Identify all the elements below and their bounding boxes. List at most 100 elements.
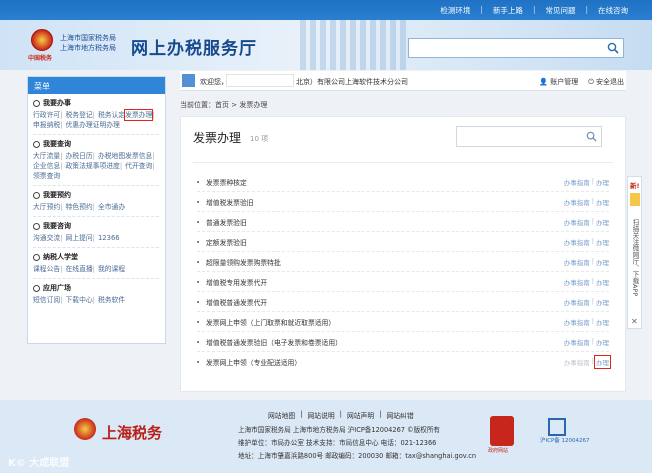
account-management-link[interactable]: 👤 账户管理 bbox=[539, 77, 578, 87]
menu-link[interactable]: 我的课程 bbox=[98, 264, 125, 274]
item-title[interactable]: 增值税普通发票验旧（电子发票和卷票适用） bbox=[206, 337, 564, 347]
bullet bbox=[197, 220, 199, 223]
menu-link[interactable]: 代开查询 bbox=[125, 161, 152, 171]
menu-link[interactable]: 网上提问 bbox=[65, 233, 92, 243]
footer-link[interactable]: 网站地图 bbox=[268, 410, 295, 420]
menu-link[interactable]: 领票查询 bbox=[33, 171, 60, 181]
menu-link[interactable]: 证明办理 bbox=[93, 120, 120, 130]
footer-link[interactable]: 网站说明 bbox=[307, 410, 334, 420]
list-item: 超限量领购发票购票特批 办事指南 | 办理 bbox=[197, 252, 609, 272]
list-item: 发票网上申领（专业配送适用） 办事指南 | 办理 bbox=[197, 352, 611, 372]
guide-link[interactable]: 办事指南 bbox=[564, 217, 590, 227]
logout-link[interactable]: ⏻ 安全退出 bbox=[588, 77, 624, 87]
tax-emblem-icon bbox=[74, 418, 96, 440]
item-title[interactable]: 超限量领购发票购票特批 bbox=[206, 257, 564, 267]
guide-link[interactable]: 办事指南 bbox=[564, 197, 590, 207]
handle-link[interactable]: 办理 bbox=[596, 297, 609, 307]
new-badge: 新! bbox=[630, 182, 640, 190]
menu-link[interactable]: 12366 bbox=[98, 233, 120, 243]
close-icon[interactable]: ✕ bbox=[631, 317, 638, 326]
bullet bbox=[197, 240, 199, 243]
clock-icon bbox=[33, 191, 40, 199]
redacted-name bbox=[226, 74, 294, 87]
item-title[interactable]: 增值税专用发票代开 bbox=[206, 277, 564, 287]
user-icon bbox=[182, 74, 195, 87]
guide-link[interactable]: 办事指南 bbox=[564, 297, 590, 307]
tax-emblem-icon bbox=[31, 29, 53, 51]
guide-link[interactable]: 办事指南 bbox=[564, 317, 590, 327]
menu-link[interactable]: 特色预约 bbox=[65, 202, 92, 212]
item-title[interactable]: 发票网上申领（专业配送适用） bbox=[206, 357, 564, 367]
search-icon[interactable] bbox=[586, 131, 597, 142]
menu-link[interactable]: 课程公告 bbox=[33, 264, 60, 274]
menu-link[interactable]: 发票信息 bbox=[125, 151, 152, 161]
menu-link[interactable]: 办税日历 bbox=[65, 151, 92, 161]
guide-link[interactable]: 办事指南 bbox=[564, 257, 590, 267]
guide-link[interactable]: 办事指南 bbox=[564, 177, 590, 187]
item-title[interactable]: 发票网上申领（上门取票和就近取票适用） bbox=[206, 317, 564, 327]
section-title: 我要办事 bbox=[43, 99, 71, 107]
handle-link[interactable]: 办理 bbox=[596, 237, 609, 247]
logout-label: 安全退出 bbox=[596, 78, 624, 86]
app-qr-float[interactable]: 新! 扫描关注微网厅、下载APP ✕ bbox=[627, 176, 642, 329]
item-title[interactable]: 增值税普通发票代开 bbox=[206, 297, 564, 307]
handle-link[interactable]: 办理 bbox=[596, 197, 609, 207]
watermark: K© 大成联盟 bbox=[8, 458, 70, 469]
menu-link[interactable]: 行政许可 bbox=[33, 110, 60, 120]
top-bar: 检测环境 | 新手上路 | 常见问题 | 在线咨询 bbox=[0, 0, 652, 20]
menu-link[interactable]: 下载中心 bbox=[65, 295, 92, 305]
guide-link[interactable]: 办事指南 bbox=[564, 237, 590, 247]
menu-link[interactable]: 办税地图 bbox=[98, 151, 125, 161]
top-link-faq[interactable]: 常见问题 bbox=[545, 5, 575, 16]
item-title[interactable]: 定额发票验旧 bbox=[206, 237, 564, 247]
icp-badge-icon[interactable] bbox=[548, 418, 566, 436]
menu-link[interactable]: 税务认定 bbox=[98, 110, 125, 120]
guide-link[interactable]: 办事指南 bbox=[564, 277, 590, 287]
section-title: 纳税人学堂 bbox=[43, 253, 78, 261]
handle-link[interactable]: 办理 bbox=[596, 217, 609, 227]
site-search-input[interactable] bbox=[408, 38, 624, 58]
emblem-text: 中国税务 bbox=[28, 55, 53, 62]
footer-link[interactable]: 网站声明 bbox=[347, 410, 374, 420]
menu-link[interactable]: 大厅流量 bbox=[33, 151, 60, 161]
footer-links: 网站地图 | 网站说明 | 网站声明 | 网站纠错 bbox=[268, 410, 414, 420]
item-title[interactable]: 普通发票验旧 bbox=[206, 217, 564, 227]
search-icon[interactable] bbox=[607, 42, 619, 54]
footer-link[interactable]: 网站纠错 bbox=[386, 410, 413, 420]
menu-link[interactable]: 大厅预约 bbox=[33, 202, 60, 212]
guide-link[interactable]: 办事指南 bbox=[564, 337, 590, 347]
panel-search-input[interactable] bbox=[456, 126, 602, 147]
menu-link[interactable]: 沟通交流 bbox=[33, 233, 60, 243]
menu-link[interactable]: 政策法规 bbox=[65, 161, 92, 171]
gov-site-badge-icon[interactable] bbox=[490, 416, 514, 446]
guide-link[interactable]: 办事指南 bbox=[564, 357, 590, 367]
menu-link[interactable]: 短信订阅 bbox=[33, 295, 60, 305]
site-title: 网上办税服务厅 bbox=[131, 39, 257, 59]
top-link-newbie[interactable]: 新手上路 bbox=[493, 5, 523, 16]
bullet bbox=[197, 180, 199, 183]
item-title[interactable]: 增值税发票验旧 bbox=[206, 197, 564, 207]
menu-section-school: 纳税人学堂 课程公告 | 在线直播 | 我的课程 bbox=[33, 253, 126, 274]
item-title[interactable]: 发票票种核定 bbox=[206, 177, 564, 187]
menu-link[interactable]: 在线直播 bbox=[65, 264, 92, 274]
handle-link-highlighted[interactable]: 办理 bbox=[594, 355, 611, 369]
skyline-decoration bbox=[300, 20, 410, 70]
menu-link[interactable]: 事项进度 bbox=[93, 161, 120, 171]
sidebar-menu: 菜单 我要办事 行政许可 | 税务登记 | 税务认定 发票办理 | 申报纳税 | 优惠办… bbox=[27, 76, 166, 344]
menu-link[interactable]: 税务登记 bbox=[65, 110, 92, 120]
top-link-consult[interactable]: 在线咨询 bbox=[598, 5, 628, 16]
bullet bbox=[197, 320, 199, 323]
menu-link[interactable]: 优惠办理 bbox=[65, 120, 92, 130]
handle-link[interactable]: 办理 bbox=[596, 257, 609, 267]
menu-link[interactable]: 申报纳税 bbox=[33, 120, 60, 130]
menu-link[interactable]: 企业信息 bbox=[33, 161, 60, 171]
menu-link[interactable]: 税务软件 bbox=[98, 295, 125, 305]
top-link-env[interactable]: 检测环境 bbox=[440, 5, 470, 16]
menu-link[interactable]: 全市通办 bbox=[98, 202, 125, 212]
handle-link[interactable]: 办理 bbox=[596, 277, 609, 287]
handle-link[interactable]: 办理 bbox=[596, 337, 609, 347]
welcome-text: 欢迎您， bbox=[200, 78, 228, 86]
handle-link[interactable]: 办理 bbox=[596, 177, 609, 187]
handle-link[interactable]: 办理 bbox=[596, 317, 609, 327]
menu-link-invoice[interactable]: 发票办理 bbox=[124, 109, 154, 121]
